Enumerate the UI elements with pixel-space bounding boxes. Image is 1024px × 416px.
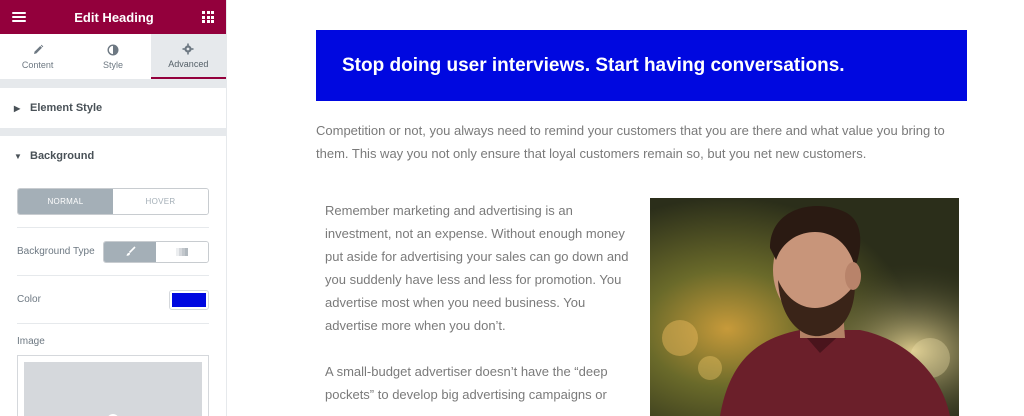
image-label: Image [17, 323, 209, 355]
background-type-control [103, 240, 209, 263]
section-divider [0, 80, 226, 88]
pencil-icon [33, 44, 43, 54]
page-preview: Stop doing user interviews. Start having… [228, 0, 1024, 416]
background-type-label: Background Type [17, 246, 95, 257]
state-toggle: NORMAL HOVER [17, 188, 209, 215]
section-element-style[interactable]: ▶ Element Style [0, 88, 226, 128]
page-heading: Stop doing user interviews. Start having… [342, 54, 845, 76]
panel-header: Edit Heading [0, 0, 226, 34]
panel-title: Edit Heading [74, 9, 154, 25]
gear-icon [182, 43, 194, 54]
section-element-style-label: Element Style [30, 102, 103, 114]
body-paragraph: A small-budget advertiser doesn’t have t… [325, 364, 608, 402]
section-divider [0, 128, 226, 136]
classic-background-button[interactable] [104, 241, 156, 262]
editor-panel: Edit Heading Content Style Advanced ▶ El… [0, 0, 227, 416]
color-row: Color [17, 275, 209, 323]
caret-down-icon: ▼ [14, 151, 22, 161]
tab-content[interactable]: Content [0, 34, 75, 79]
tab-content-label: Content [21, 59, 54, 70]
menu-icon[interactable] [12, 12, 26, 22]
caret-right-icon: ▶ [14, 103, 21, 113]
gradient-background-button[interactable] [156, 241, 208, 262]
gradient-icon [176, 247, 188, 256]
section-background-label: Background [30, 150, 95, 162]
color-label: Color [17, 294, 41, 305]
heading-banner[interactable]: Stop doing user interviews. Start having… [316, 30, 967, 101]
state-normal-button[interactable]: NORMAL [18, 189, 113, 214]
lead-paragraph: Competition or not, you always need to r… [316, 123, 945, 161]
color-picker-swatch[interactable] [169, 289, 209, 310]
image-chooser[interactable]: + [17, 355, 209, 416]
tab-advanced-label: Advanced [168, 58, 209, 69]
contrast-icon [107, 43, 119, 56]
tab-style[interactable]: Style [75, 34, 150, 79]
portrait-image [650, 198, 959, 416]
portrait-photo [650, 198, 959, 416]
color-swatch-fill [172, 292, 206, 307]
text-column: Remember marketing and advertising is an… [325, 199, 635, 416]
brush-icon [126, 246, 136, 256]
widgets-grid-icon[interactable] [202, 11, 214, 23]
background-type-row: Background Type [17, 227, 209, 275]
tab-style-label: Style [102, 59, 123, 70]
section-background[interactable]: ▼ Background [0, 136, 226, 176]
image-placeholder: + [24, 362, 202, 416]
background-controls: NORMAL HOVER Background Type Color Image… [0, 188, 226, 416]
body-paragraph: Remember marketing and advertising is an… [325, 203, 629, 333]
state-hover-button[interactable]: HOVER [113, 189, 208, 214]
panel-tabs: Content Style Advanced [0, 34, 226, 80]
tab-advanced[interactable]: Advanced [150, 34, 226, 79]
